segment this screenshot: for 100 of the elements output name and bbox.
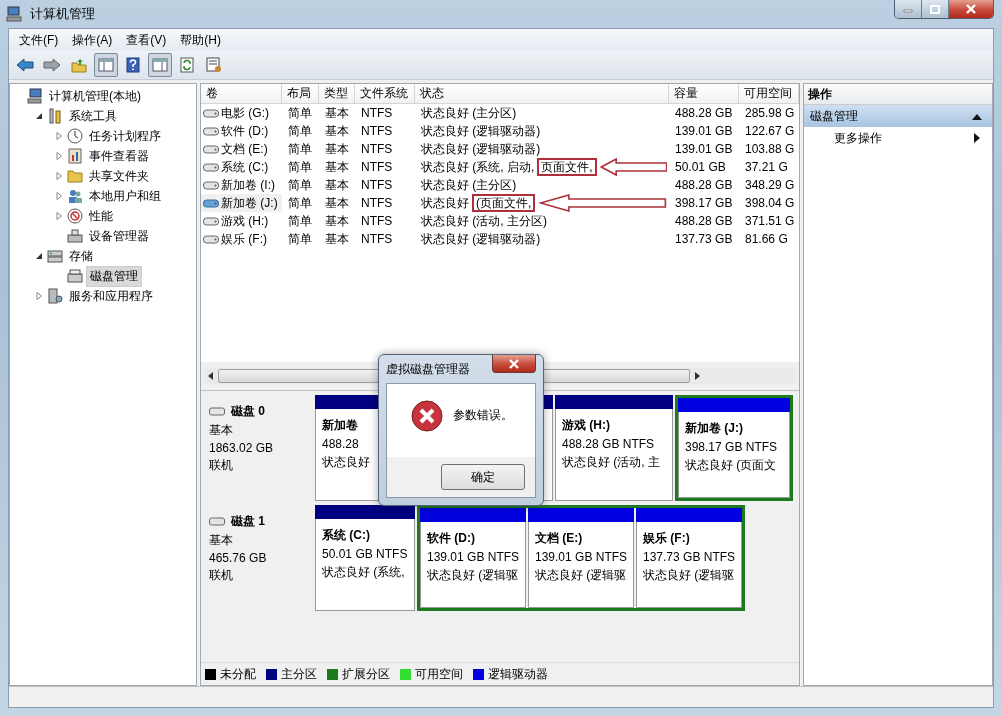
table-cell-text: NTFS bbox=[360, 124, 394, 138]
menu-item[interactable]: 查看(V) bbox=[126, 31, 167, 49]
legend-label: 未分配 bbox=[220, 665, 256, 683]
table-cell-text: 简单 bbox=[287, 176, 313, 194]
partition-size: 488.28 GB NTFS bbox=[562, 437, 656, 451]
partition-name: 娱乐 (F:) bbox=[643, 530, 691, 547]
table-cell-text: 基本 bbox=[324, 158, 350, 176]
tree-item[interactable]: 共享文件夹 bbox=[86, 166, 152, 186]
tree-item[interactable]: 存储 bbox=[66, 246, 96, 266]
table-cell-text: 122.67 G bbox=[744, 124, 796, 138]
volume-name-cell[interactable]: 系统 (C:) bbox=[201, 158, 282, 176]
tree-item[interactable]: 计算机管理(本地) bbox=[46, 86, 144, 106]
partition-panel[interactable]: 文档 (E:) 139.01 GB NTFS 状态良好 (逻辑驱 bbox=[528, 522, 634, 608]
disk-name: 磁盘 0 bbox=[231, 403, 266, 420]
disk-status: 联机 bbox=[209, 457, 234, 474]
table-cell-text: NTFS bbox=[360, 160, 394, 174]
disk-size: 465.76 GB bbox=[209, 551, 268, 565]
table-cell-text: 状态良好 (逻辑驱动器) bbox=[420, 230, 542, 248]
table-cell-text: 状态良好 (逻辑驱动器) bbox=[420, 122, 542, 140]
disk-status: 联机 bbox=[209, 567, 234, 584]
partition-panel[interactable]: 软件 (D:) 139.01 GB NTFS 状态良好 (逻辑驱 bbox=[420, 522, 526, 608]
table-cell-text: 状态良好 (主分区) bbox=[420, 104, 518, 122]
volume-name-cell[interactable]: 新加卷 (I:) bbox=[201, 176, 282, 194]
error-message: 参数错误。 bbox=[453, 407, 513, 424]
dialog-title: 虚拟磁盘管理器 bbox=[386, 360, 470, 378]
highlight-box: (页面文件, bbox=[472, 194, 536, 212]
partition-panel[interactable]: 游戏 (H:) 488.28 GB NTFS 状态良好 (活动, 主 bbox=[555, 409, 673, 501]
table-cell-text: 简单 bbox=[287, 158, 313, 176]
table-cell: 状态良好 bbox=[421, 194, 469, 212]
column-header[interactable]: 类型 bbox=[319, 84, 355, 103]
volume-name-cell[interactable]: 游戏 (H:) bbox=[201, 212, 282, 230]
partition-status: 状态良好 (逻辑驱 bbox=[427, 567, 520, 584]
column-header[interactable]: 布局 bbox=[282, 84, 319, 103]
table-cell-text: 基本 bbox=[324, 230, 350, 248]
actions-section-header[interactable]: 磁盘管理 bbox=[804, 105, 992, 127]
partition-status: 状态良好 (逻辑驱 bbox=[643, 567, 736, 584]
table-cell-text: 基本 bbox=[324, 194, 350, 212]
volume-name-cell[interactable]: 软件 (D:) bbox=[201, 122, 282, 140]
window-title: 计算机管理 bbox=[30, 5, 95, 23]
table-cell-text: 基本 bbox=[324, 176, 350, 194]
tree-item[interactable]: 任务计划程序 bbox=[86, 126, 164, 146]
table-cell-text: 基本 bbox=[324, 212, 350, 230]
disk-type: 基本 bbox=[209, 422, 234, 439]
tree-item[interactable]: 磁盘管理 bbox=[86, 265, 142, 287]
table-cell-text: 398.04 G bbox=[744, 196, 796, 210]
partition-status: 状态良好 (页面文 bbox=[685, 457, 778, 474]
extended-partition-frame[interactable]: 新加卷 (J:) 398.17 GB NTFS 状态良好 (页面文 bbox=[675, 395, 793, 501]
partition-name: 软件 (D:) bbox=[427, 530, 476, 547]
menu-item[interactable]: 帮助(H) bbox=[180, 31, 221, 49]
tree-item[interactable]: 事件查看器 bbox=[86, 146, 152, 166]
tree-item[interactable]: 系统工具 bbox=[66, 106, 120, 126]
partition-name: 游戏 (H:) bbox=[562, 417, 611, 434]
table-cell-text: 488.28 GB bbox=[674, 178, 734, 192]
partition-panel[interactable]: 娱乐 (F:) 137.73 GB NTFS 状态良好 (逻辑驱 bbox=[636, 522, 742, 608]
partition-name: 文档 (E:) bbox=[535, 530, 584, 547]
table-cell-text: 简单 bbox=[287, 230, 313, 248]
column-header[interactable]: 容量 bbox=[669, 84, 739, 103]
tree-item[interactable]: 设备管理器 bbox=[86, 226, 152, 246]
partition-status: 状态良好 (系统, bbox=[322, 564, 406, 581]
partition-name: 新加卷 (J:) bbox=[685, 420, 744, 437]
legend-label: 主分区 bbox=[281, 665, 317, 683]
highlight-box: 页面文件, bbox=[537, 158, 597, 176]
partition-status: 状态良好 bbox=[322, 454, 371, 471]
menu-item[interactable]: 操作(A) bbox=[72, 31, 113, 49]
volume-name-cell[interactable]: 娱乐 (F:) bbox=[201, 230, 282, 248]
table-cell-text: 37.21 G bbox=[744, 160, 789, 174]
volume-name-cell[interactable]: 电影 (G:) bbox=[201, 104, 282, 122]
table-cell-text: 81.66 G bbox=[744, 232, 789, 246]
table-cell-text: 139.01 GB bbox=[674, 142, 734, 156]
table-cell-text: 简单 bbox=[287, 194, 313, 212]
table-cell-text: NTFS bbox=[360, 142, 394, 156]
partition-size: 139.01 GB NTFS bbox=[427, 550, 521, 564]
table-cell-text: 基本 bbox=[324, 104, 350, 122]
disk-type: 基本 bbox=[209, 532, 234, 549]
menu-item[interactable]: 文件(F) bbox=[19, 31, 59, 49]
partition-status: 状态良好 (逻辑驱 bbox=[535, 567, 628, 584]
partition-panel[interactable]: 系统 (C:) 50.01 GB NTFS 状态良好 (系统, bbox=[315, 519, 415, 611]
extended-partition-frame[interactable]: 软件 (D:) 139.01 GB NTFS 状态良好 (逻辑驱 文档 (E:) 139.01 GB NTFS 状态良好 (逻辑驱 娱乐 (F:) 137.73 GB NTFS 状态良好 (逻辑驱 bbox=[417, 505, 745, 611]
column-header[interactable]: 卷 bbox=[201, 84, 282, 103]
ok-button[interactable]: 确定 bbox=[441, 464, 525, 490]
legend-label: 扩展分区 bbox=[342, 665, 390, 683]
column-header[interactable]: 状态 bbox=[415, 84, 669, 103]
column-header[interactable]: 可用空间 bbox=[739, 84, 799, 103]
volume-name-cell[interactable]: 文档 (E:) bbox=[201, 140, 282, 158]
tree-item[interactable]: 服务和应用程序 bbox=[66, 286, 156, 306]
partition-panel[interactable]: 新加卷 (J:) 398.17 GB NTFS 状态良好 (页面文 bbox=[678, 412, 790, 498]
table-cell-text: 状态良好 (主分区) bbox=[420, 176, 518, 194]
table-cell-text: 371.51 G bbox=[744, 214, 796, 228]
table-cell-text: 139.01 GB bbox=[674, 124, 734, 138]
partition-size: 50.01 GB NTFS bbox=[322, 547, 409, 561]
column-header[interactable]: 文件系统 bbox=[355, 84, 415, 103]
volume-name-cell[interactable]: 新加卷 (J:) bbox=[201, 194, 282, 212]
table-cell-text: 137.73 GB bbox=[674, 232, 734, 246]
table-cell-text: NTFS bbox=[360, 178, 394, 192]
tree-item[interactable]: 性能 bbox=[86, 206, 116, 226]
table-cell-text: NTFS bbox=[360, 106, 394, 120]
table-cell-text: 简单 bbox=[287, 140, 313, 158]
action-item[interactable]: 更多操作 bbox=[804, 127, 992, 149]
tree-item[interactable]: 本地用户和组 bbox=[86, 186, 164, 206]
disk-name: 磁盘 1 bbox=[231, 513, 266, 530]
